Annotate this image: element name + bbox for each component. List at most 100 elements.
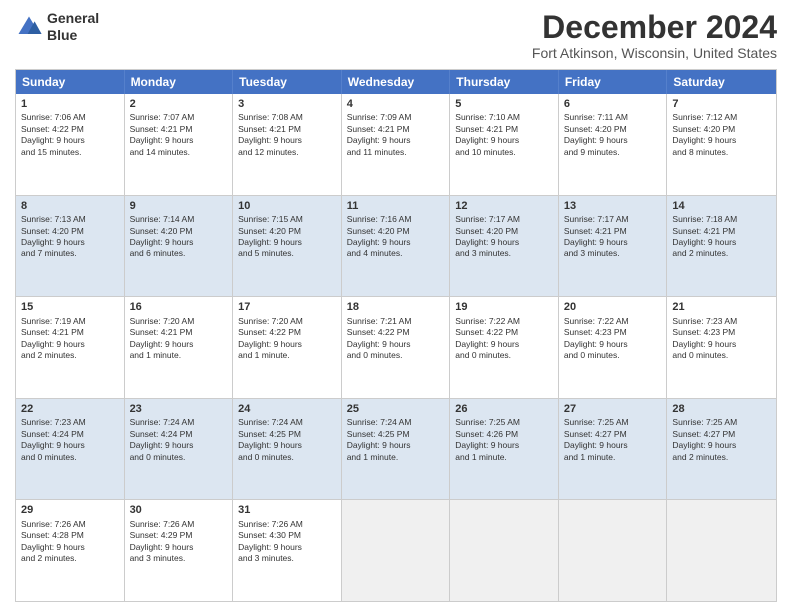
day-info: Sunrise: 7:15 AM Sunset: 4:20 PM Dayligh… — [238, 214, 336, 260]
calendar-cell: 30 Sunrise: 7:26 AM Sunset: 4:29 PM Dayli… — [125, 500, 234, 601]
day-number: 3 — [238, 97, 336, 111]
day-info: Sunrise: 7:08 AM Sunset: 4:21 PM Dayligh… — [238, 112, 336, 158]
calendar-cell: 14Sunrise: 7:18 AM Sunset: 4:21 PM Dayli… — [667, 196, 776, 297]
day-info: Sunrise: 7:26 AM Sunset: 4:29 PM Dayligh… — [130, 519, 228, 565]
day-info: Sunrise: 7:21 AM Sunset: 4:22 PM Dayligh… — [347, 316, 445, 362]
day-number: 7 — [672, 97, 771, 111]
calendar-cell: 19 Sunrise: 7:22 AM Sunset: 4:22 PM Dayli… — [450, 297, 559, 398]
day-info: Sunrise: 7:22 AM Sunset: 4:23 PM Dayligh… — [564, 316, 662, 362]
day-number: 15 — [21, 300, 119, 314]
day-number: 12 — [455, 199, 553, 213]
calendar-row: 22Sunrise: 7:23 AM Sunset: 4:24 PM Dayli… — [16, 398, 776, 500]
day-number: 26 — [455, 402, 553, 416]
calendar-cell: 31 Sunrise: 7:26 AM Sunset: 4:30 PM Dayli… — [233, 500, 342, 601]
calendar-cell: 22Sunrise: 7:23 AM Sunset: 4:24 PM Dayli… — [16, 399, 125, 500]
calendar-cell: 23Sunrise: 7:24 AM Sunset: 4:24 PM Dayli… — [125, 399, 234, 500]
day-info: Sunrise: 7:26 AM Sunset: 4:30 PM Dayligh… — [238, 519, 336, 565]
calendar-cell: 15 Sunrise: 7:19 AM Sunset: 4:21 PM Dayli… — [16, 297, 125, 398]
day-number: 8 — [21, 199, 119, 213]
day-info: Sunrise: 7:20 AM Sunset: 4:21 PM Dayligh… — [130, 316, 228, 362]
day-number: 19 — [455, 300, 553, 314]
day-info: Sunrise: 7:11 AM Sunset: 4:20 PM Dayligh… — [564, 112, 662, 158]
day-info: Sunrise: 7:09 AM Sunset: 4:21 PM Dayligh… — [347, 112, 445, 158]
calendar-cell: 29 Sunrise: 7:26 AM Sunset: 4:28 PM Dayli… — [16, 500, 125, 601]
weekday-header: Saturday — [667, 70, 776, 94]
day-number: 29 — [21, 503, 119, 517]
calendar-cell: 10Sunrise: 7:15 AM Sunset: 4:20 PM Dayli… — [233, 196, 342, 297]
day-number: 28 — [672, 402, 771, 416]
day-number: 11 — [347, 199, 445, 213]
day-info: Sunrise: 7:23 AM Sunset: 4:24 PM Dayligh… — [21, 417, 119, 463]
day-info: Sunrise: 7:19 AM Sunset: 4:21 PM Dayligh… — [21, 316, 119, 362]
calendar-cell: 11Sunrise: 7:16 AM Sunset: 4:20 PM Dayli… — [342, 196, 451, 297]
logo-text: General Blue — [47, 10, 99, 44]
day-number: 13 — [564, 199, 662, 213]
day-number: 20 — [564, 300, 662, 314]
day-number: 25 — [347, 402, 445, 416]
calendar-cell: 18 Sunrise: 7:21 AM Sunset: 4:22 PM Dayli… — [342, 297, 451, 398]
day-number: 9 — [130, 199, 228, 213]
calendar-cell — [559, 500, 668, 601]
header: General Blue December 2024 Fort Atkinson… — [15, 10, 777, 61]
day-info: Sunrise: 7:10 AM Sunset: 4:21 PM Dayligh… — [455, 112, 553, 158]
calendar-cell — [667, 500, 776, 601]
day-info: Sunrise: 7:22 AM Sunset: 4:22 PM Dayligh… — [455, 316, 553, 362]
calendar-cell: 12Sunrise: 7:17 AM Sunset: 4:20 PM Dayli… — [450, 196, 559, 297]
day-number: 21 — [672, 300, 771, 314]
day-info: Sunrise: 7:17 AM Sunset: 4:20 PM Dayligh… — [455, 214, 553, 260]
main-title: December 2024 — [532, 10, 777, 45]
day-number: 10 — [238, 199, 336, 213]
day-number: 31 — [238, 503, 336, 517]
logo-icon — [15, 13, 43, 41]
day-number: 30 — [130, 503, 228, 517]
day-number: 27 — [564, 402, 662, 416]
day-info: Sunrise: 7:12 AM Sunset: 4:20 PM Dayligh… — [672, 112, 771, 158]
calendar-cell: 9Sunrise: 7:14 AM Sunset: 4:20 PM Daylig… — [125, 196, 234, 297]
calendar-row: 15 Sunrise: 7:19 AM Sunset: 4:21 PM Dayli… — [16, 296, 776, 398]
calendar-cell: 4Sunrise: 7:09 AM Sunset: 4:21 PM Daylig… — [342, 94, 451, 195]
calendar: SundayMondayTuesdayWednesdayThursdayFrid… — [15, 69, 777, 602]
calendar-row: 8Sunrise: 7:13 AM Sunset: 4:20 PM Daylig… — [16, 195, 776, 297]
calendar-cell: 5Sunrise: 7:10 AM Sunset: 4:21 PM Daylig… — [450, 94, 559, 195]
day-number: 1 — [21, 97, 119, 111]
day-info: Sunrise: 7:16 AM Sunset: 4:20 PM Dayligh… — [347, 214, 445, 260]
day-number: 18 — [347, 300, 445, 314]
day-number: 2 — [130, 97, 228, 111]
calendar-cell: 17Sunrise: 7:20 AM Sunset: 4:22 PM Dayli… — [233, 297, 342, 398]
day-info: Sunrise: 7:17 AM Sunset: 4:21 PM Dayligh… — [564, 214, 662, 260]
calendar-cell: 20 Sunrise: 7:22 AM Sunset: 4:23 PM Dayli… — [559, 297, 668, 398]
day-number: 24 — [238, 402, 336, 416]
day-info: Sunrise: 7:25 AM Sunset: 4:27 PM Dayligh… — [672, 417, 771, 463]
day-number: 22 — [21, 402, 119, 416]
weekday-header: Tuesday — [233, 70, 342, 94]
calendar-cell — [450, 500, 559, 601]
weekday-header: Sunday — [16, 70, 125, 94]
day-info: Sunrise: 7:06 AM Sunset: 4:22 PM Dayligh… — [21, 112, 119, 158]
day-number: 16 — [130, 300, 228, 314]
day-info: Sunrise: 7:07 AM Sunset: 4:21 PM Dayligh… — [130, 112, 228, 158]
calendar-row: 29 Sunrise: 7:26 AM Sunset: 4:28 PM Dayli… — [16, 499, 776, 601]
day-info: Sunrise: 7:26 AM Sunset: 4:28 PM Dayligh… — [21, 519, 119, 565]
day-info: Sunrise: 7:24 AM Sunset: 4:25 PM Dayligh… — [347, 417, 445, 463]
calendar-cell: 2Sunrise: 7:07 AM Sunset: 4:21 PM Daylig… — [125, 94, 234, 195]
calendar-cell: 3Sunrise: 7:08 AM Sunset: 4:21 PM Daylig… — [233, 94, 342, 195]
calendar-row: 1Sunrise: 7:06 AM Sunset: 4:22 PM Daylig… — [16, 94, 776, 195]
day-number: 6 — [564, 97, 662, 111]
day-number: 23 — [130, 402, 228, 416]
page: General Blue December 2024 Fort Atkinson… — [0, 0, 792, 612]
day-number: 14 — [672, 199, 771, 213]
day-info: Sunrise: 7:13 AM Sunset: 4:20 PM Dayligh… — [21, 214, 119, 260]
day-info: Sunrise: 7:18 AM Sunset: 4:21 PM Dayligh… — [672, 214, 771, 260]
calendar-cell: 6Sunrise: 7:11 AM Sunset: 4:20 PM Daylig… — [559, 94, 668, 195]
calendar-cell: 26Sunrise: 7:25 AM Sunset: 4:26 PM Dayli… — [450, 399, 559, 500]
day-info: Sunrise: 7:14 AM Sunset: 4:20 PM Dayligh… — [130, 214, 228, 260]
calendar-cell: 13Sunrise: 7:17 AM Sunset: 4:21 PM Dayli… — [559, 196, 668, 297]
calendar-cell: 28Sunrise: 7:25 AM Sunset: 4:27 PM Dayli… — [667, 399, 776, 500]
calendar-cell: 7Sunrise: 7:12 AM Sunset: 4:20 PM Daylig… — [667, 94, 776, 195]
calendar-cell — [342, 500, 451, 601]
day-info: Sunrise: 7:25 AM Sunset: 4:27 PM Dayligh… — [564, 417, 662, 463]
calendar-cell: 21Sunrise: 7:23 AM Sunset: 4:23 PM Dayli… — [667, 297, 776, 398]
day-info: Sunrise: 7:20 AM Sunset: 4:22 PM Dayligh… — [238, 316, 336, 362]
day-info: Sunrise: 7:24 AM Sunset: 4:25 PM Dayligh… — [238, 417, 336, 463]
calendar-body: 1Sunrise: 7:06 AM Sunset: 4:22 PM Daylig… — [16, 94, 776, 601]
